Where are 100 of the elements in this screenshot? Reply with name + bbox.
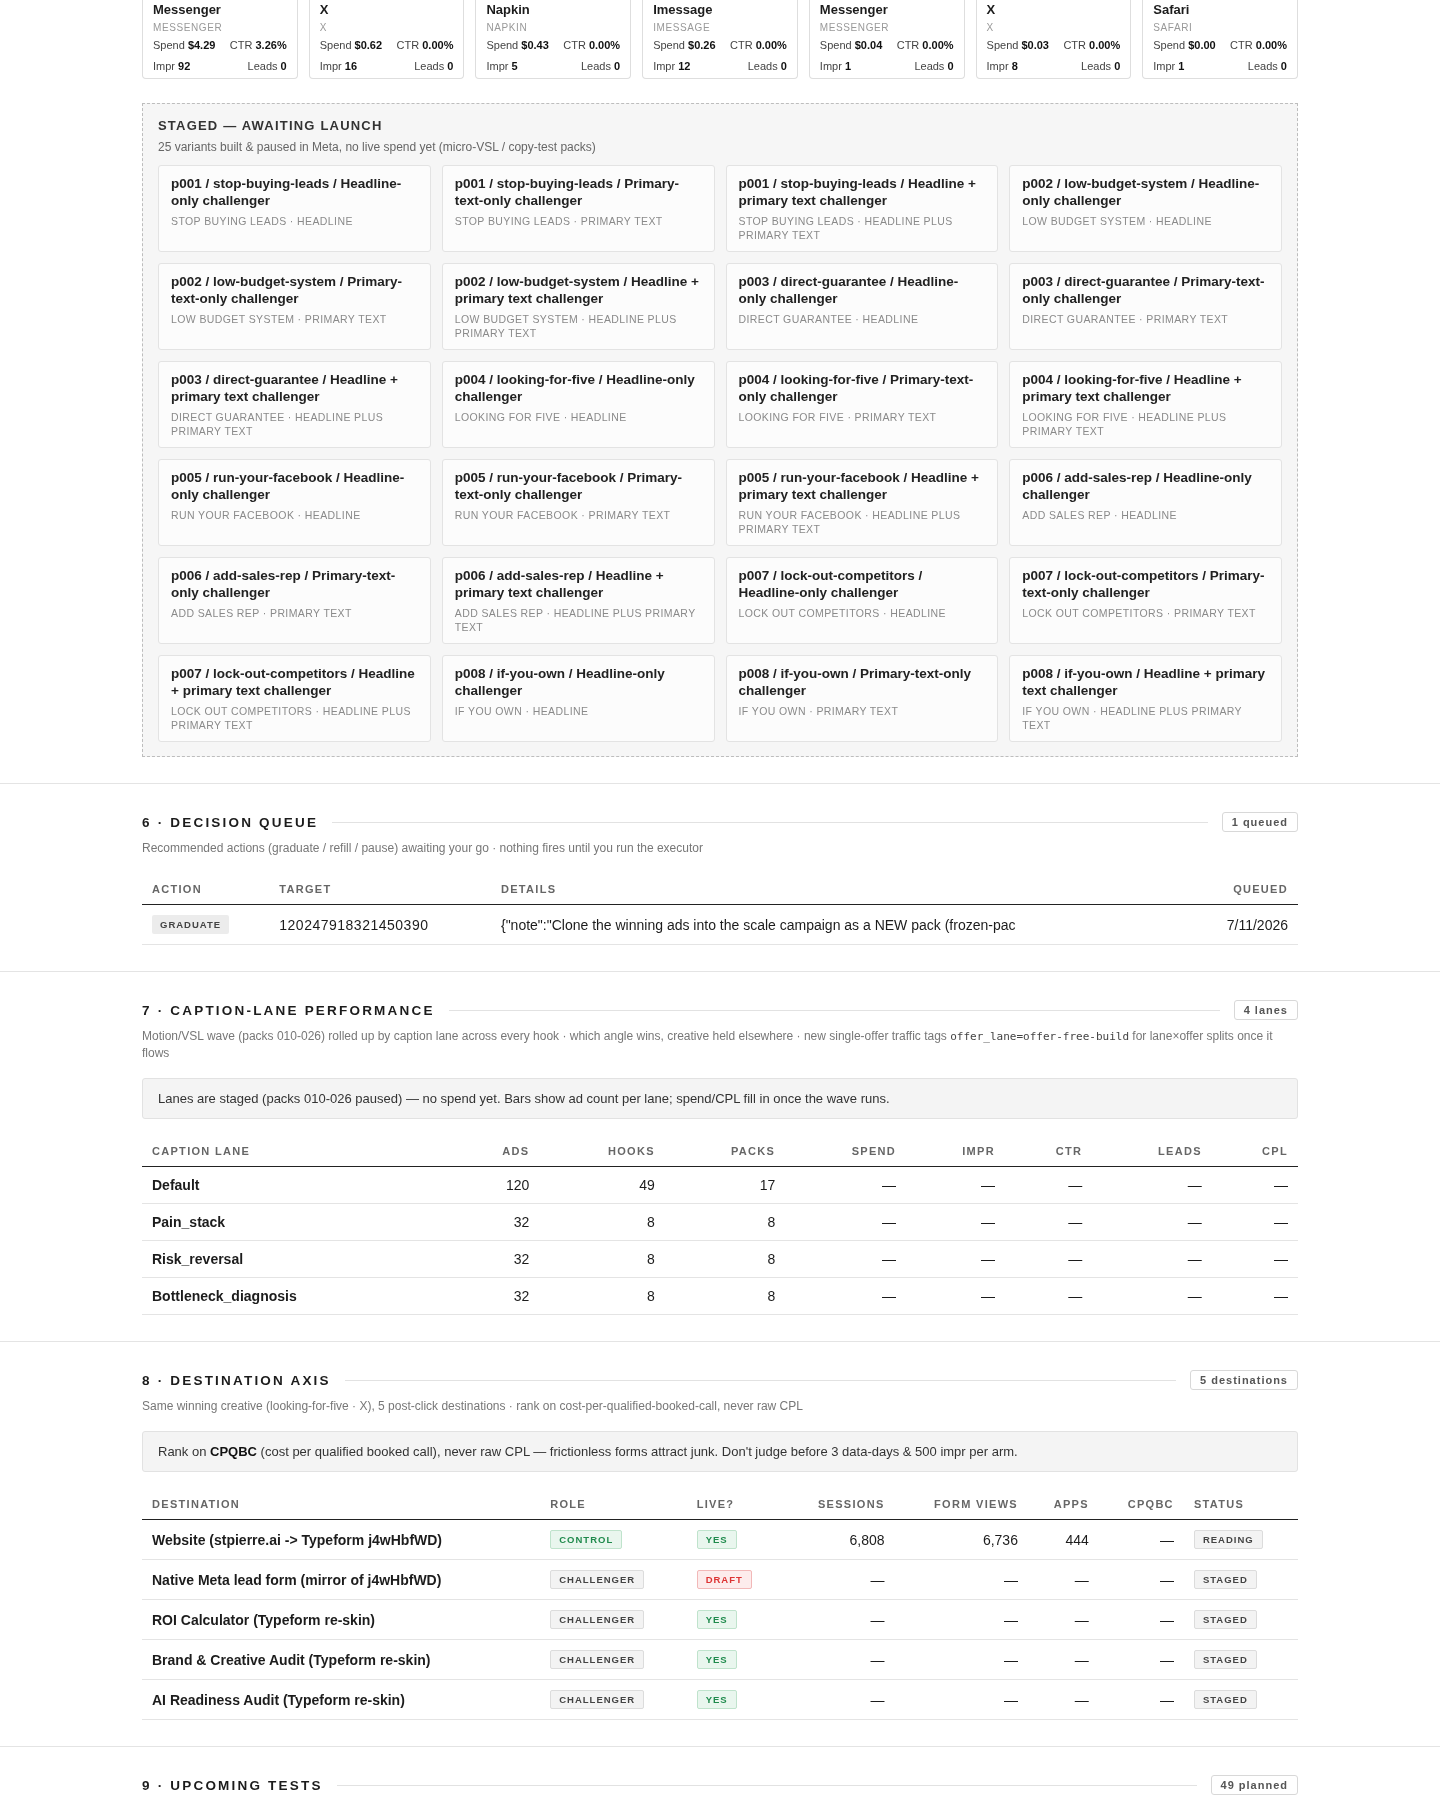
table-cell: Pain_stack — [142, 1203, 451, 1241]
column-header: CPQBC — [1098, 1488, 1184, 1520]
column-header: DETAILS — [490, 873, 1192, 905]
table-cell: — — [1211, 1240, 1298, 1278]
role-badge: CHALLENGER — [550, 1690, 645, 1709]
metric-text: Impr 92 — [153, 60, 192, 72]
metric-text: Spend $0.03 — [986, 39, 1050, 51]
variant-tags: LOW BUDGET SYSTEM · PRIMARY TEXT — [171, 312, 418, 326]
table-cell: — — [785, 1240, 907, 1278]
column-header: ACTION — [142, 873, 270, 905]
column-header: STATUS — [1183, 1488, 1298, 1520]
table-cell: {"note":"Clone the winning ads into the scale campaign as a NEW pack (frozen-pac — [490, 904, 1192, 945]
table-cell: 17 — [664, 1166, 786, 1204]
metric-text: Leads 0 — [579, 60, 621, 72]
variant-tags: RUN YOUR FACEBOOK · PRIMARY TEXT — [454, 508, 702, 522]
table-cell: — — [783, 1679, 895, 1720]
table-cell: — — [1211, 1203, 1298, 1241]
role-badge: CHALLENGER — [550, 1570, 645, 1589]
column-header: ROLE — [540, 1488, 687, 1520]
section-subtitle: Motion/VSL wave (packs 010-026) rolled up by caption lane across every hook · which angle wins, creative held elsewhere · new single-offer traffic tags offer_lane=offer-free-build for lane×offer splits once it flows — [142, 1028, 1274, 1062]
info-notice: Rank on CPQBC (cost per qualified booked call), never raw CPL — frictionless forms attract junk. Don't judge before 3 data-days & 500 impr per arm. — [142, 1431, 1298, 1472]
variant-tags: STOP BUYING LEADS · HEADLINE PLUS PRIMARY TEXT — [738, 214, 986, 242]
variant-tags: ADD SALES REP · HEADLINE PLUS PRIMARY TEXT — [454, 606, 702, 634]
metric-text: Leads 0 — [913, 60, 954, 72]
table-cell: 444 — [1027, 1519, 1099, 1560]
metric-text: Spend $4.29 — [153, 39, 217, 51]
variant-title: p003 / direct-guarantee / Headline-only challenger — [738, 273, 960, 307]
count-badge: 1 queued — [1221, 812, 1298, 832]
table-cell: — — [785, 1277, 907, 1315]
variant-tags: LOCK OUT COMPETITORS · HEADLINE — [738, 606, 986, 620]
metric-text: Impr 1 — [1153, 60, 1186, 72]
status-badge: STAGED — [1193, 1690, 1257, 1709]
variant-tags: LOOKING FOR FIVE · HEADLINE PLUS PRIMARY TEXT — [1022, 410, 1269, 438]
card-title: Imessage — [653, 1, 714, 18]
column-header: LIVE? — [686, 1488, 784, 1520]
variant-title: p003 / direct-guarantee / Headline + primary text challenger — [171, 371, 399, 405]
variant-title: p001 / stop-buying-leads / Primary-text-only challenger — [454, 175, 681, 209]
variant-title: p003 / direct-guarantee / Primary-text-only challenger — [1022, 273, 1266, 307]
variant-tags: STOP BUYING LEADS · PRIMARY TEXT — [454, 214, 702, 228]
metric-text: CTR 0.00% — [1230, 39, 1287, 51]
metric-text: Impr 5 — [486, 60, 519, 72]
table-cell: 8 — [664, 1277, 786, 1315]
column-header: LEADS — [1092, 1135, 1212, 1167]
column-header: CPL — [1211, 1135, 1298, 1167]
variant-title: p008 / if-you-own / Primary-text-only challenger — [738, 665, 973, 699]
panel-subtitle: 25 variants built & paused in Meta, no live spend yet (micro-VSL / copy-test packs) — [158, 140, 597, 154]
live-badge: YES — [696, 1530, 737, 1549]
column-header: FORM VIEWS — [894, 1488, 1028, 1520]
table-cell: — — [1098, 1559, 1184, 1600]
variant-title: p006 / add-sales-rep / Primary-text-only challenger — [171, 567, 397, 601]
variant-title: p001 / stop-buying-leads / Headline + primary text challenger — [738, 175, 977, 209]
table-cell: AI Readiness Audit (Typeform re-skin) — [142, 1679, 541, 1720]
column-header: CTR — [1004, 1135, 1093, 1167]
metric-text: Leads 0 — [246, 60, 287, 72]
table-cell: Default — [142, 1166, 451, 1204]
variant-title: p006 / add-sales-rep / Headline + primary text challenger — [454, 567, 665, 601]
status-badge: STAGED — [1193, 1610, 1257, 1629]
platform-label: SAFARI — [1153, 22, 1194, 33]
metric-text: Spend $0.00 — [1153, 39, 1217, 51]
column-header: ADS — [451, 1135, 540, 1167]
platform-label: MESSENGER — [153, 22, 224, 33]
table-cell: — — [894, 1599, 1028, 1640]
metric-text: CTR 3.26% — [229, 39, 287, 51]
column-header: TARGET — [269, 873, 491, 905]
table-cell: — — [906, 1203, 1005, 1241]
table-cell: — — [1004, 1203, 1093, 1241]
table-cell: Native Meta lead form (mirror of j4wHbfWD) — [142, 1559, 541, 1600]
table-cell: 8 — [664, 1203, 786, 1241]
variant-title: p004 / looking-for-five / Headline-only challenger — [454, 371, 696, 405]
status-badge: STAGED — [1193, 1650, 1257, 1669]
table-cell: Risk_reversal — [142, 1240, 451, 1278]
variant-tags: IF YOU OWN · HEADLINE — [454, 704, 702, 718]
table-cell: ROI Calculator (Typeform re-skin) — [142, 1599, 541, 1640]
variant-title: p005 / run-your-facebook / Primary-text-only challenger — [454, 469, 684, 503]
variant-tags: ADD SALES REP · HEADLINE — [1022, 508, 1269, 522]
variant-tags: LOOKING FOR FIVE · PRIMARY TEXT — [738, 410, 986, 424]
variant-title: p002 / low-budget-system / Primary-text-only challenger — [171, 273, 404, 307]
variant-tags: IF YOU OWN · PRIMARY TEXT — [738, 704, 986, 718]
table-cell: — — [1004, 1166, 1093, 1204]
column-header: SPEND — [785, 1135, 907, 1167]
table-cell: — — [785, 1166, 907, 1204]
live-badge: YES — [696, 1610, 737, 1629]
platform-label: MESSENGER — [819, 22, 891, 33]
card-title: Messenger — [153, 1, 222, 18]
table-cell: 120 — [451, 1166, 540, 1204]
variant-title: p002 / low-budget-system / Headline-only challenger — [1022, 175, 1261, 209]
table-cell: — — [894, 1679, 1028, 1720]
variant-title: p007 / lock-out-competitors / Headline-only challenger — [738, 567, 924, 601]
metric-text: Spend $0.43 — [486, 39, 550, 51]
variant-title: p007 / lock-out-competitors / Headline + primary text challenger — [171, 665, 416, 699]
platform-label: NAPKIN — [486, 22, 529, 33]
table-cell: 49 — [539, 1166, 665, 1204]
variant-tags: ADD SALES REP · PRIMARY TEXT — [171, 606, 418, 620]
column-header: HOOKS — [539, 1135, 665, 1167]
variant-title: p002 / low-budget-system / Headline + primary text challenger — [454, 273, 700, 307]
live-badge: DRAFT — [696, 1570, 752, 1589]
table-cell: 7/11/2026 — [1191, 904, 1298, 945]
table-cell: — — [906, 1240, 1005, 1278]
variant-tags: LOCK OUT COMPETITORS · PRIMARY TEXT — [1022, 606, 1269, 620]
status-badge: READING — [1193, 1530, 1263, 1549]
